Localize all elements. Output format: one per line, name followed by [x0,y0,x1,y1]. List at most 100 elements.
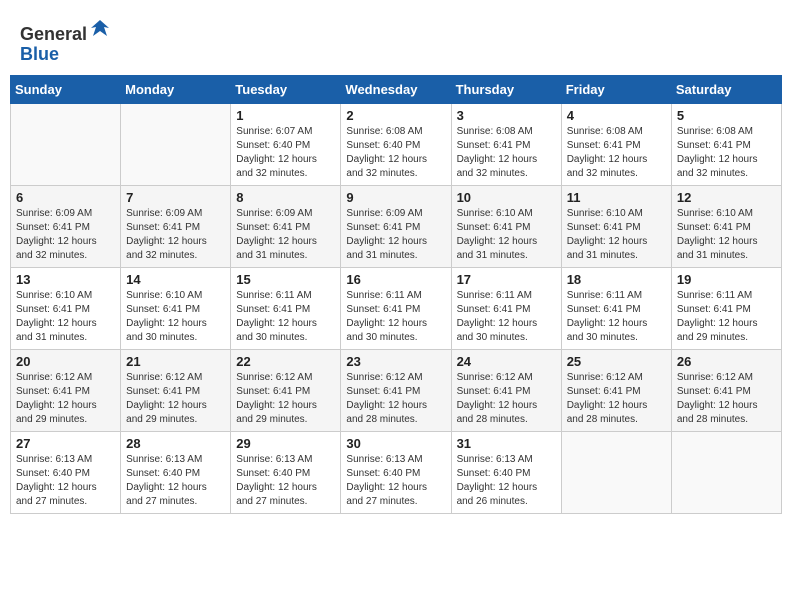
day-info: Sunrise: 6:10 AM Sunset: 6:41 PM Dayligh… [677,207,776,263]
calendar-cell: 28 Sunrise: 6:13 AM Sunset: 6:40 PM Dayli… [121,431,231,513]
day-number: 30 [346,436,445,451]
day-number: 23 [346,354,445,369]
calendar-cell: 1 Sunrise: 6:07 AM Sunset: 6:40 PM Daylig… [231,103,341,185]
weekday-saturday: Saturday [671,75,781,103]
day-info: Sunrise: 6:12 AM Sunset: 6:41 PM Dayligh… [457,371,556,427]
day-info: Sunrise: 6:12 AM Sunset: 6:41 PM Dayligh… [126,371,225,427]
day-info: Sunrise: 6:07 AM Sunset: 6:40 PM Dayligh… [236,125,335,181]
day-number: 11 [567,190,666,205]
day-number: 21 [126,354,225,369]
weekday-wednesday: Wednesday [341,75,451,103]
logo: General Blue [20,18,111,65]
calendar-cell: 12 Sunrise: 6:10 AM Sunset: 6:41 PM Dayli… [671,185,781,267]
weekday-thursday: Thursday [451,75,561,103]
calendar-cell: 25Sunrise: 6:12 AM Sunset: 6:41 PM Dayli… [561,349,671,431]
day-number: 1 [236,108,335,123]
day-info: Sunrise: 6:12 AM Sunset: 6:41 PM Dayligh… [236,371,335,427]
day-number: 25 [567,354,666,369]
calendar-cell: 29 Sunrise: 6:13 AM Sunset: 6:40 PM Dayli… [231,431,341,513]
calendar-cell: 2 Sunrise: 6:08 AM Sunset: 6:40 PM Daylig… [341,103,451,185]
day-info: Sunrise: 6:13 AM Sunset: 6:40 PM Dayligh… [236,453,335,509]
day-number: 6 [16,190,115,205]
day-number: 24 [457,354,556,369]
day-number: 4 [567,108,666,123]
day-number: 27 [16,436,115,451]
day-info: Sunrise: 6:08 AM Sunset: 6:41 PM Dayligh… [567,125,666,181]
calendar-cell: 30 Sunrise: 6:13 AM Sunset: 6:40 PM Dayli… [341,431,451,513]
day-number: 12 [677,190,776,205]
day-info: Sunrise: 6:12 AM Sunset: 6:41 PM Dayligh… [677,371,776,427]
calendar-cell: 10Sunrise: 6:10 AM Sunset: 6:41 PM Dayli… [451,185,561,267]
day-info: Sunrise: 6:09 AM Sunset: 6:41 PM Dayligh… [346,207,445,263]
calendar-cell: 8 Sunrise: 6:09 AM Sunset: 6:41 PM Daylig… [231,185,341,267]
page-header: General Blue [10,10,782,71]
calendar-cell: 31 Sunrise: 6:13 AM Sunset: 6:40 PM Dayli… [451,431,561,513]
day-info: Sunrise: 6:11 AM Sunset: 6:41 PM Dayligh… [677,289,776,345]
day-info: Sunrise: 6:13 AM Sunset: 6:40 PM Dayligh… [126,453,225,509]
day-info: Sunrise: 6:09 AM Sunset: 6:41 PM Dayligh… [16,207,115,263]
day-info: Sunrise: 6:12 AM Sunset: 6:41 PM Dayligh… [346,371,445,427]
calendar-week-2: 6 Sunrise: 6:09 AM Sunset: 6:41 PM Daylig… [11,185,782,267]
calendar-cell: 17Sunrise: 6:11 AM Sunset: 6:41 PM Dayli… [451,267,561,349]
calendar-week-5: 27 Sunrise: 6:13 AM Sunset: 6:40 PM Dayli… [11,431,782,513]
day-info: Sunrise: 6:11 AM Sunset: 6:41 PM Dayligh… [567,289,666,345]
calendar-cell: 15 Sunrise: 6:11 AM Sunset: 6:41 PM Dayli… [231,267,341,349]
calendar-week-4: 20Sunrise: 6:12 AM Sunset: 6:41 PM Dayli… [11,349,782,431]
day-info: Sunrise: 6:13 AM Sunset: 6:40 PM Dayligh… [346,453,445,509]
day-info: Sunrise: 6:10 AM Sunset: 6:41 PM Dayligh… [16,289,115,345]
day-number: 22 [236,354,335,369]
logo-general-text: General [20,24,87,44]
calendar-cell: 3Sunrise: 6:08 AM Sunset: 6:41 PM Daylig… [451,103,561,185]
calendar-table: SundayMondayTuesdayWednesdayThursdayFrid… [10,75,782,514]
day-info: Sunrise: 6:09 AM Sunset: 6:41 PM Dayligh… [126,207,225,263]
day-number: 29 [236,436,335,451]
calendar-cell: 14Sunrise: 6:10 AM Sunset: 6:41 PM Dayli… [121,267,231,349]
day-info: Sunrise: 6:13 AM Sunset: 6:40 PM Dayligh… [16,453,115,509]
day-number: 28 [126,436,225,451]
weekday-friday: Friday [561,75,671,103]
day-number: 13 [16,272,115,287]
calendar-cell: 5 Sunrise: 6:08 AM Sunset: 6:41 PM Daylig… [671,103,781,185]
day-number: 2 [346,108,445,123]
calendar-cell: 26 Sunrise: 6:12 AM Sunset: 6:41 PM Dayli… [671,349,781,431]
calendar-cell: 18 Sunrise: 6:11 AM Sunset: 6:41 PM Dayli… [561,267,671,349]
calendar-cell [11,103,121,185]
day-number: 3 [457,108,556,123]
calendar-cell: 21 Sunrise: 6:12 AM Sunset: 6:41 PM Dayli… [121,349,231,431]
day-number: 7 [126,190,225,205]
day-number: 5 [677,108,776,123]
calendar-cell [121,103,231,185]
day-number: 10 [457,190,556,205]
calendar-cell: 22 Sunrise: 6:12 AM Sunset: 6:41 PM Dayli… [231,349,341,431]
day-number: 8 [236,190,335,205]
day-info: Sunrise: 6:10 AM Sunset: 6:41 PM Dayligh… [126,289,225,345]
day-number: 15 [236,272,335,287]
calendar-cell [671,431,781,513]
day-info: Sunrise: 6:09 AM Sunset: 6:41 PM Dayligh… [236,207,335,263]
day-info: Sunrise: 6:11 AM Sunset: 6:41 PM Dayligh… [236,289,335,345]
logo-blue-text: Blue [20,44,59,64]
day-info: Sunrise: 6:08 AM Sunset: 6:40 PM Dayligh… [346,125,445,181]
calendar-cell: 16Sunrise: 6:11 AM Sunset: 6:41 PM Dayli… [341,267,451,349]
calendar-cell [561,431,671,513]
calendar-cell: 13 Sunrise: 6:10 AM Sunset: 6:41 PM Dayli… [11,267,121,349]
calendar-cell: 7 Sunrise: 6:09 AM Sunset: 6:41 PM Daylig… [121,185,231,267]
weekday-monday: Monday [121,75,231,103]
day-number: 31 [457,436,556,451]
calendar-body: 1 Sunrise: 6:07 AM Sunset: 6:40 PM Daylig… [11,103,782,513]
day-number: 26 [677,354,776,369]
calendar-cell: 24 Sunrise: 6:12 AM Sunset: 6:41 PM Dayli… [451,349,561,431]
weekday-tuesday: Tuesday [231,75,341,103]
day-number: 19 [677,272,776,287]
calendar-cell: 4 Sunrise: 6:08 AM Sunset: 6:41 PM Daylig… [561,103,671,185]
day-number: 18 [567,272,666,287]
calendar-cell: 11 Sunrise: 6:10 AM Sunset: 6:41 PM Dayli… [561,185,671,267]
calendar-cell: 23 Sunrise: 6:12 AM Sunset: 6:41 PM Dayli… [341,349,451,431]
day-info: Sunrise: 6:12 AM Sunset: 6:41 PM Dayligh… [16,371,115,427]
day-info: Sunrise: 6:11 AM Sunset: 6:41 PM Dayligh… [346,289,445,345]
day-info: Sunrise: 6:08 AM Sunset: 6:41 PM Dayligh… [677,125,776,181]
weekday-header-row: SundayMondayTuesdayWednesdayThursdayFrid… [11,75,782,103]
calendar-cell: 20Sunrise: 6:12 AM Sunset: 6:41 PM Dayli… [11,349,121,431]
day-info: Sunrise: 6:13 AM Sunset: 6:40 PM Dayligh… [457,453,556,509]
day-info: Sunrise: 6:10 AM Sunset: 6:41 PM Dayligh… [567,207,666,263]
